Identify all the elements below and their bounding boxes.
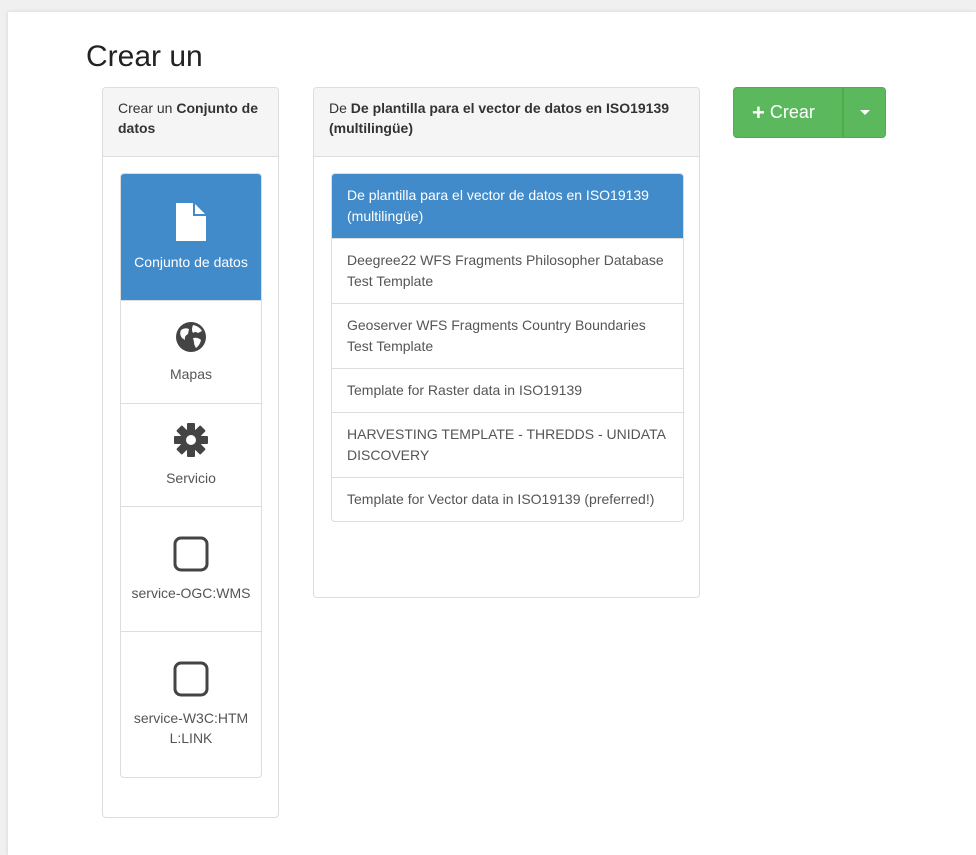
globe-icon: [175, 321, 207, 358]
create-button[interactable]: + Crear: [733, 87, 843, 138]
create-button-label: Crear: [769, 102, 815, 122]
caret-down-icon: [859, 110, 870, 115]
template-item[interactable]: Template for Raster data in ISO19139: [332, 368, 683, 412]
template-panel-heading-strong: De plantilla para el vector de datos en …: [329, 100, 670, 136]
type-panel-heading: Crear un Conjunto de datos: [103, 88, 278, 157]
square-icon: [173, 536, 209, 577]
template-item[interactable]: Geoserver WFS Fragments Country Boundari…: [332, 303, 683, 368]
type-panel: Crear un Conjunto de datos Conjunto de d…: [102, 87, 279, 818]
create-dropdown-toggle[interactable]: [843, 87, 886, 138]
type-item-w3c-html-link[interactable]: service-W3C:HTML:LINK: [121, 631, 261, 777]
gear-icon: [174, 422, 208, 462]
template-item[interactable]: HARVESTING TEMPLATE - THREDDS - UNIDATA …: [332, 412, 683, 477]
type-item-label: Conjunto de datos: [134, 253, 248, 270]
template-panel-heading-prefix: De: [329, 100, 351, 116]
template-item[interactable]: De plantilla para el vector de datos en …: [332, 174, 683, 238]
template-list: De plantilla para el vector de datos en …: [331, 173, 684, 522]
template-panel: De De plantilla para el vector de datos …: [313, 87, 700, 598]
type-panel-heading-prefix: Crear un: [118, 100, 177, 116]
type-item-label: service-OGC:WMS: [131, 584, 251, 601]
plus-icon: +: [752, 99, 765, 125]
type-item-label: service-W3C:HTML:LINK: [133, 710, 249, 746]
page-title: Crear un: [86, 40, 203, 73]
square-icon: [173, 661, 209, 702]
page: Crear un Crear un Conjunto de datos Conj…: [8, 12, 976, 855]
type-item-label: Servicio: [166, 469, 216, 486]
create-button-group: + Crear: [733, 87, 886, 138]
template-item[interactable]: Deegree22 WFS Fragments Philosopher Data…: [332, 238, 683, 303]
template-item[interactable]: Template for Vector data in ISO19139 (pr…: [332, 477, 683, 521]
type-list: Conjunto de datos Mapas Servicio service…: [120, 173, 262, 778]
type-item-service[interactable]: Servicio: [121, 403, 261, 506]
type-item-maps[interactable]: Mapas: [121, 300, 261, 403]
file-icon: [176, 202, 206, 246]
type-item-ogc-wms[interactable]: service-OGC:WMS: [121, 506, 261, 631]
type-item-dataset[interactable]: Conjunto de datos: [121, 174, 261, 300]
type-item-label: Mapas: [169, 365, 213, 382]
template-panel-heading: De De plantilla para el vector de datos …: [314, 88, 699, 157]
